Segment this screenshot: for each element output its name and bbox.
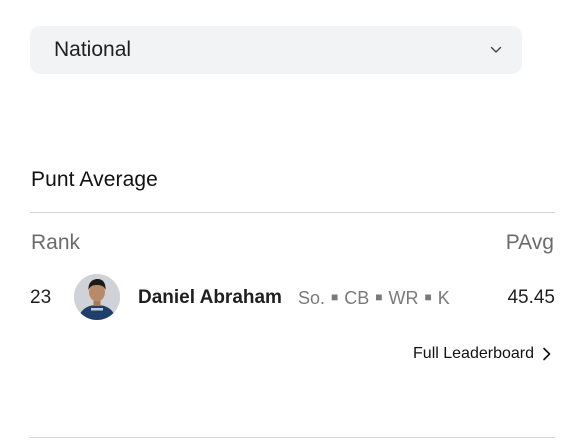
player-class-year: So. bbox=[298, 288, 326, 308]
player-rank: 23 bbox=[30, 287, 52, 308]
full-leaderboard-link[interactable]: Full Leaderboard bbox=[413, 345, 551, 363]
region-filter-value: National bbox=[54, 38, 132, 61]
player-position: WR bbox=[388, 288, 419, 308]
stat-column-header: PAvg bbox=[505, 231, 554, 254]
player-position: K bbox=[437, 288, 450, 308]
bottom-divider bbox=[30, 437, 555, 438]
leaderboard-top-divider bbox=[30, 212, 555, 213]
chevron-right-icon bbox=[542, 347, 551, 361]
player-name[interactable]: Daniel Abraham bbox=[138, 287, 282, 309]
player-stat-value: 45.45 bbox=[507, 287, 555, 308]
separator-dot: ■ bbox=[424, 290, 432, 304]
player-meta: So. ■ CB ■ WR ■ K bbox=[298, 288, 450, 309]
player-position: CB bbox=[344, 288, 370, 308]
leaderboard-row[interactable]: 23 Daniel Abraham So. ■ CB ■ WR ■ K 45.45 bbox=[30, 274, 555, 320]
region-filter-select[interactable]: National bbox=[30, 26, 522, 74]
leaderboard-title: Punt Average bbox=[31, 168, 158, 191]
chevron-down-icon bbox=[490, 46, 502, 54]
avatar bbox=[74, 274, 120, 320]
full-leaderboard-label: Full Leaderboard bbox=[413, 345, 534, 362]
separator-dot: ■ bbox=[375, 290, 383, 304]
rank-column-header: Rank bbox=[31, 231, 81, 254]
separator-dot: ■ bbox=[331, 290, 339, 304]
